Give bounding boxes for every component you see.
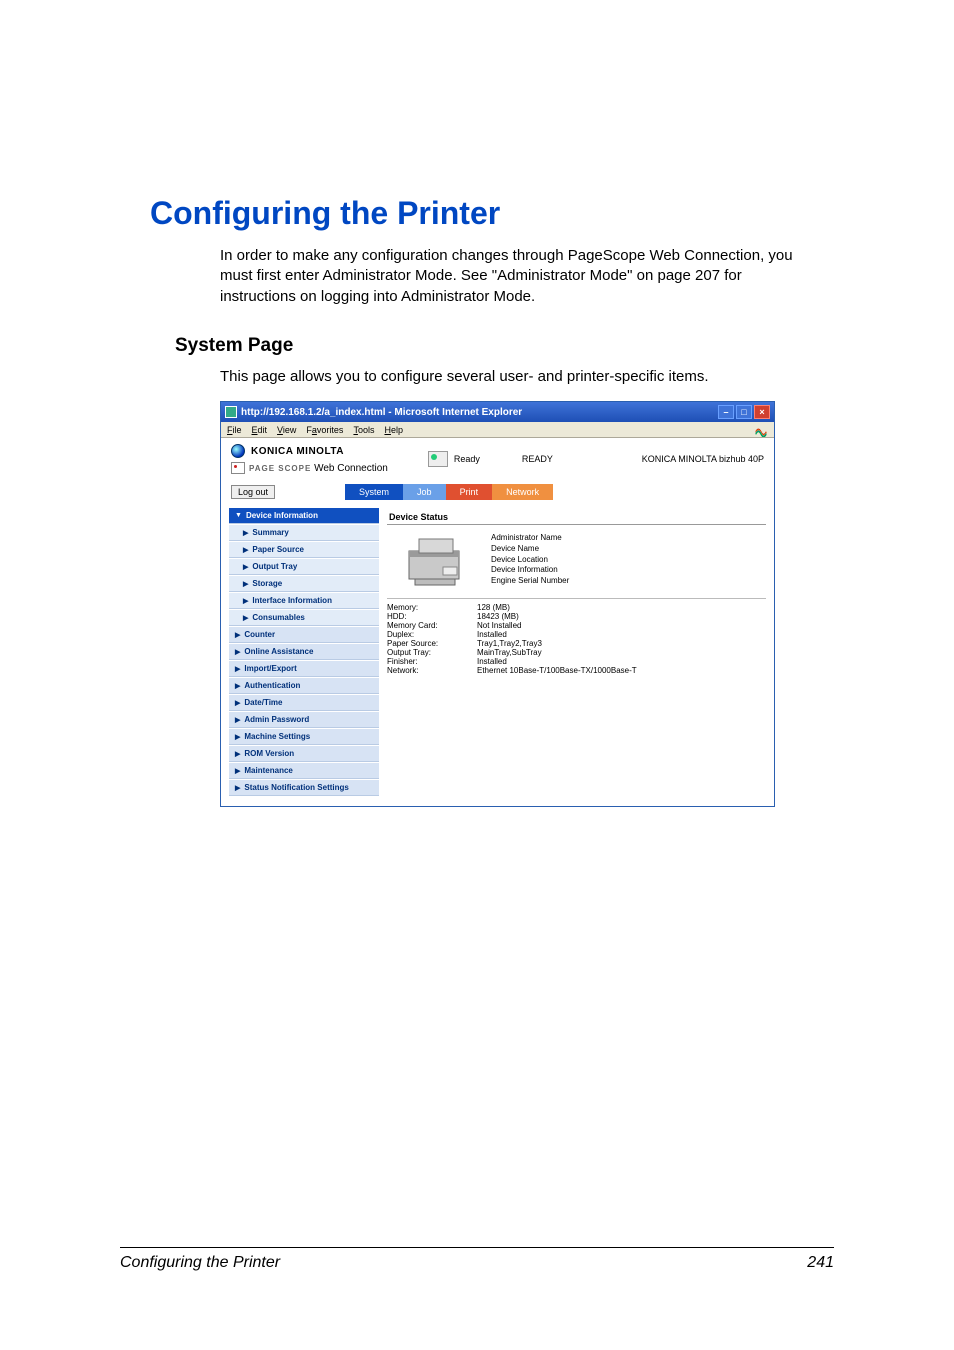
tab-row: Log out System Job Print Network <box>221 482 774 508</box>
sidebar-item-status-notification[interactable]: ▶Status Notification Settings <box>229 780 379 796</box>
intro-paragraph: In order to make any configuration chang… <box>220 246 814 307</box>
sidebar-item-admin-password[interactable]: ▶Admin Password <box>229 712 379 728</box>
printer-status-icon <box>428 451 448 467</box>
status-value: READY <box>522 454 553 464</box>
spec-key: Finisher: <box>387 657 477 666</box>
spec-key: Memory: <box>387 603 477 612</box>
info-device-information: Device Information <box>491 565 569 576</box>
sidebar-item-interface-info[interactable]: ▶Interface Information <box>229 593 379 609</box>
tab-network[interactable]: Network <box>492 484 553 500</box>
printer-image <box>401 533 471 588</box>
spec-val: Not Installed <box>477 621 521 630</box>
pagescope-icon <box>231 462 245 474</box>
menu-favorites[interactable]: Favorites <box>306 425 343 435</box>
spec-val: Ethernet 10Base-T/100Base-TX/1000Base-T <box>477 666 637 675</box>
menu-help[interactable]: Help <box>384 425 403 435</box>
sidebar-item-date-time[interactable]: ▶Date/Time <box>229 695 379 711</box>
page-number: 241 <box>807 1254 834 1272</box>
sidebar-item-rom-version[interactable]: ▶ROM Version <box>229 746 379 762</box>
ie-window: http://192.168.1.2/a_index.html - Micros… <box>220 401 775 807</box>
header-band: KONICA MINOLTA PAGE SCOPE Web Connection… <box>221 438 774 482</box>
section-body: This page allows you to configure severa… <box>220 367 814 387</box>
spec-key: Paper Source: <box>387 639 477 648</box>
sidebar-item-consumables[interactable]: ▶Consumables <box>229 610 379 626</box>
info-device-location: Device Location <box>491 555 569 566</box>
window-titlebar: http://192.168.1.2/a_index.html - Micros… <box>221 402 774 422</box>
sidebar-item-import-export[interactable]: ▶Import/Export <box>229 661 379 677</box>
page-heading: Configuring the Printer <box>150 195 834 232</box>
device-model: KONICA MINOLTA bizhub 40P <box>642 454 764 464</box>
ie-menu-bar: File Edit View Favorites Tools Help <box>221 422 774 438</box>
status-label: Ready <box>454 454 480 464</box>
spec-val: 18423 (MB) <box>477 612 519 621</box>
spec-key: Output Tray: <box>387 648 477 657</box>
sidebar-item-machine-settings[interactable]: ▶Machine Settings <box>229 729 379 745</box>
window-title-text: http://192.168.1.2/a_index.html - Micros… <box>241 407 522 418</box>
spec-key: Memory Card: <box>387 621 477 630</box>
info-device-name: Device Name <box>491 544 569 555</box>
spec-val: Installed <box>477 657 507 666</box>
spec-val: Installed <box>477 630 507 639</box>
page-footer: Configuring the Printer 241 <box>120 1247 834 1272</box>
sidebar-item-online-assistance[interactable]: ▶Online Assistance <box>229 644 379 660</box>
sidebar-item-counter[interactable]: ▶Counter <box>229 627 379 643</box>
divider <box>387 598 766 599</box>
ie-app-icon <box>225 406 237 418</box>
section-heading: System Page <box>175 335 834 357</box>
tab-print[interactable]: Print <box>446 484 493 500</box>
sidebar-item-maintenance[interactable]: ▶Maintenance <box>229 763 379 779</box>
sidebar-item-storage[interactable]: ▶Storage <box>229 576 379 592</box>
sidebar-item-summary[interactable]: ▶Summary <box>229 525 379 541</box>
window-maximize-button[interactable]: □ <box>736 405 752 419</box>
tab-system[interactable]: System <box>345 484 403 500</box>
sidebar: ▼Device Information ▶Summary ▶Paper Sour… <box>229 508 379 796</box>
spec-val: MainTray,SubTray <box>477 648 542 657</box>
sidebar-item-authentication[interactable]: ▶Authentication <box>229 678 379 694</box>
tab-job[interactable]: Job <box>403 484 446 500</box>
screenshot-container: http://192.168.1.2/a_index.html - Micros… <box>220 401 834 807</box>
info-engine-serial: Engine Serial Number <box>491 576 569 587</box>
main-panel: Device Status <box>387 508 766 796</box>
sidebar-item-paper-source[interactable]: ▶Paper Source <box>229 542 379 558</box>
spec-val: 128 (MB) <box>477 603 510 612</box>
device-info-list: Administrator Name Device Name Device Lo… <box>491 533 569 588</box>
logout-button[interactable]: Log out <box>231 485 275 499</box>
menu-edit[interactable]: Edit <box>252 425 268 435</box>
window-minimize-button[interactable]: – <box>718 405 734 419</box>
window-close-button[interactable]: × <box>754 405 770 419</box>
spec-key: HDD: <box>387 612 477 621</box>
spec-val: Tray1,Tray2,Tray3 <box>477 639 542 648</box>
menu-file[interactable]: File <box>227 425 242 435</box>
spec-table: Memory:128 (MB) HDD:18423 (MB) Memory Ca… <box>387 603 766 675</box>
pagescope-label: PAGE SCOPE Web Connection <box>249 463 388 474</box>
ie-throbber-icon <box>754 423 768 437</box>
spec-key: Network: <box>387 666 477 675</box>
panel-title: Device Status <box>387 508 766 525</box>
spec-key: Duplex: <box>387 630 477 639</box>
info-admin-name: Administrator Name <box>491 533 569 544</box>
brand-name: KONICA MINOLTA <box>251 446 344 457</box>
menu-view[interactable]: View <box>277 425 296 435</box>
km-logo-icon <box>231 444 245 458</box>
menu-tools[interactable]: Tools <box>353 425 374 435</box>
sidebar-header-device-info[interactable]: ▼Device Information <box>229 508 379 524</box>
sidebar-item-output-tray[interactable]: ▶Output Tray <box>229 559 379 575</box>
footer-title: Configuring the Printer <box>120 1254 280 1272</box>
